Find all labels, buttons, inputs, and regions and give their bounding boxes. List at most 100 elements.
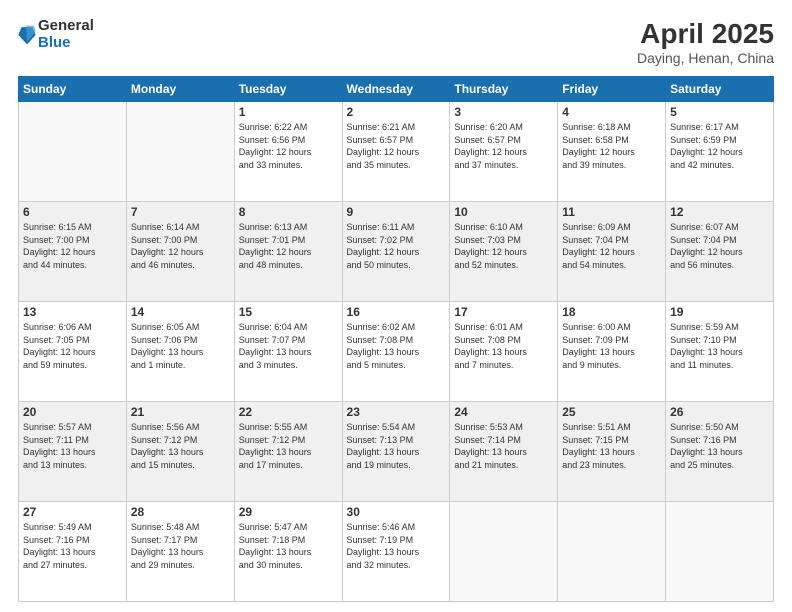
calendar-cell: 13 Sunrise: 6:06 AM Sunset: 7:05 PM Dayli… xyxy=(19,302,127,402)
weekday-header-row: SundayMondayTuesdayWednesdayThursdayFrid… xyxy=(19,77,774,102)
calendar-cell: 6Sunrise: 6:15 AM Sunset: 7:00 PM Daylig… xyxy=(19,202,127,302)
calendar-cell: 14 Sunrise: 6:05 AM Sunset: 7:06 PM Dayli… xyxy=(126,302,234,402)
weekday-header: Sunday xyxy=(19,77,127,102)
calendar-cell: 7 Sunrise: 6:14 AM Sunset: 7:00 PM Daylig… xyxy=(126,202,234,302)
calendar-cell: 28 Sunrise: 5:48 AM Sunset: 7:17 PM Dayli… xyxy=(126,502,234,602)
calendar-cell: 21 Sunrise: 5:56 AM Sunset: 7:12 PM Dayli… xyxy=(126,402,234,502)
calendar-cell: 9 Sunrise: 6:11 AM Sunset: 7:02 PM Daylig… xyxy=(342,202,450,302)
calendar-cell: 17 Sunrise: 6:01 AM Sunset: 7:08 PM Dayli… xyxy=(450,302,558,402)
calendar-cell: 3 Sunrise: 6:20 AM Sunset: 6:57 PM Daylig… xyxy=(450,102,558,202)
day-info: Sunrise: 6:20 AM Sunset: 6:57 PM Dayligh… xyxy=(454,121,553,171)
calendar-cell: 25 Sunrise: 5:51 AM Sunset: 7:15 PM Dayli… xyxy=(558,402,666,502)
day-info: Sunrise: 5:55 AM Sunset: 7:12 PM Dayligh… xyxy=(239,421,338,471)
logo-blue: Blue xyxy=(38,35,94,52)
calendar: SundayMondayTuesdayWednesdayThursdayFrid… xyxy=(18,76,774,602)
day-info: Sunrise: 6:17 AM Sunset: 6:59 PM Dayligh… xyxy=(670,121,769,171)
day-info: Sunrise: 6:05 AM Sunset: 7:06 PM Dayligh… xyxy=(131,321,230,371)
calendar-cell: 19 Sunrise: 5:59 AM Sunset: 7:10 PM Dayli… xyxy=(666,302,774,402)
weekday-header: Tuesday xyxy=(234,77,342,102)
calendar-cell: 4 Sunrise: 6:18 AM Sunset: 6:58 PM Daylig… xyxy=(558,102,666,202)
day-info: Sunrise: 6:18 AM Sunset: 6:58 PM Dayligh… xyxy=(562,121,661,171)
day-info: Sunrise: 6:07 AM Sunset: 7:04 PM Dayligh… xyxy=(670,221,769,271)
weekday-header: Thursday xyxy=(450,77,558,102)
day-number: 4 xyxy=(562,105,661,119)
day-number: 2 xyxy=(347,105,446,119)
calendar-week-row: 6Sunrise: 6:15 AM Sunset: 7:00 PM Daylig… xyxy=(19,202,774,302)
day-info: Sunrise: 5:48 AM Sunset: 7:17 PM Dayligh… xyxy=(131,521,230,571)
day-number: 14 xyxy=(131,305,230,319)
calendar-cell: 5 Sunrise: 6:17 AM Sunset: 6:59 PM Daylig… xyxy=(666,102,774,202)
calendar-cell: 18 Sunrise: 6:00 AM Sunset: 7:09 PM Dayli… xyxy=(558,302,666,402)
day-info: Sunrise: 6:09 AM Sunset: 7:04 PM Dayligh… xyxy=(562,221,661,271)
day-number: 25 xyxy=(562,405,661,419)
calendar-cell: 10Sunrise: 6:10 AM Sunset: 7:03 PM Dayli… xyxy=(450,202,558,302)
day-info: Sunrise: 6:15 AM Sunset: 7:00 PM Dayligh… xyxy=(23,221,122,271)
header: General Blue April 2025 Daying, Henan, C… xyxy=(18,18,774,66)
day-info: Sunrise: 5:50 AM Sunset: 7:16 PM Dayligh… xyxy=(670,421,769,471)
day-number: 8 xyxy=(239,205,338,219)
calendar-cell: 29Sunrise: 5:47 AM Sunset: 7:18 PM Dayli… xyxy=(234,502,342,602)
day-number: 21 xyxy=(131,405,230,419)
day-info: Sunrise: 5:59 AM Sunset: 7:10 PM Dayligh… xyxy=(670,321,769,371)
calendar-cell: 16 Sunrise: 6:02 AM Sunset: 7:08 PM Dayli… xyxy=(342,302,450,402)
calendar-cell xyxy=(666,502,774,602)
day-number: 5 xyxy=(670,105,769,119)
day-info: Sunrise: 6:22 AM Sunset: 6:56 PM Dayligh… xyxy=(239,121,338,171)
calendar-cell xyxy=(558,502,666,602)
day-number: 23 xyxy=(347,405,446,419)
day-number: 19 xyxy=(670,305,769,319)
day-number: 30 xyxy=(347,505,446,519)
weekday-header: Friday xyxy=(558,77,666,102)
calendar-cell: 1 Sunrise: 6:22 AM Sunset: 6:56 PM Daylig… xyxy=(234,102,342,202)
weekday-header: Wednesday xyxy=(342,77,450,102)
calendar-cell: 12 Sunrise: 6:07 AM Sunset: 7:04 PM Dayli… xyxy=(666,202,774,302)
day-info: Sunrise: 5:49 AM Sunset: 7:16 PM Dayligh… xyxy=(23,521,122,571)
calendar-cell: 15Sunrise: 6:04 AM Sunset: 7:07 PM Dayli… xyxy=(234,302,342,402)
logo: General Blue xyxy=(18,18,94,51)
calendar-cell: 24Sunrise: 5:53 AM Sunset: 7:14 PM Dayli… xyxy=(450,402,558,502)
day-number: 17 xyxy=(454,305,553,319)
day-info: Sunrise: 6:06 AM Sunset: 7:05 PM Dayligh… xyxy=(23,321,122,371)
calendar-cell: 27 Sunrise: 5:49 AM Sunset: 7:16 PM Dayli… xyxy=(19,502,127,602)
day-number: 12 xyxy=(670,205,769,219)
day-info: Sunrise: 6:04 AM Sunset: 7:07 PM Dayligh… xyxy=(239,321,338,371)
calendar-cell: 30 Sunrise: 5:46 AM Sunset: 7:19 PM Dayli… xyxy=(342,502,450,602)
weekday-header: Saturday xyxy=(666,77,774,102)
day-number: 27 xyxy=(23,505,122,519)
day-number: 18 xyxy=(562,305,661,319)
calendar-cell: 2Sunrise: 6:21 AM Sunset: 6:57 PM Daylig… xyxy=(342,102,450,202)
day-number: 16 xyxy=(347,305,446,319)
calendar-cell: 23Sunrise: 5:54 AM Sunset: 7:13 PM Dayli… xyxy=(342,402,450,502)
day-info: Sunrise: 6:00 AM Sunset: 7:09 PM Dayligh… xyxy=(562,321,661,371)
day-number: 1 xyxy=(239,105,338,119)
calendar-week-row: 27 Sunrise: 5:49 AM Sunset: 7:16 PM Dayli… xyxy=(19,502,774,602)
day-number: 13 xyxy=(23,305,122,319)
calendar-cell xyxy=(126,102,234,202)
subtitle: Daying, Henan, China xyxy=(637,50,774,66)
day-info: Sunrise: 6:11 AM Sunset: 7:02 PM Dayligh… xyxy=(347,221,446,271)
day-info: Sunrise: 6:13 AM Sunset: 7:01 PM Dayligh… xyxy=(239,221,338,271)
calendar-cell: 8 Sunrise: 6:13 AM Sunset: 7:01 PM Daylig… xyxy=(234,202,342,302)
day-number: 9 xyxy=(347,205,446,219)
logo-text: General Blue xyxy=(38,18,94,51)
day-number: 28 xyxy=(131,505,230,519)
day-info: Sunrise: 6:02 AM Sunset: 7:08 PM Dayligh… xyxy=(347,321,446,371)
page: General Blue April 2025 Daying, Henan, C… xyxy=(0,0,792,612)
calendar-week-row: 13 Sunrise: 6:06 AM Sunset: 7:05 PM Dayli… xyxy=(19,302,774,402)
calendar-cell xyxy=(19,102,127,202)
day-number: 7 xyxy=(131,205,230,219)
title-block: April 2025 Daying, Henan, China xyxy=(637,18,774,66)
day-info: Sunrise: 6:01 AM Sunset: 7:08 PM Dayligh… xyxy=(454,321,553,371)
day-info: Sunrise: 5:51 AM Sunset: 7:15 PM Dayligh… xyxy=(562,421,661,471)
calendar-cell xyxy=(450,502,558,602)
day-number: 22 xyxy=(239,405,338,419)
day-info: Sunrise: 6:14 AM Sunset: 7:00 PM Dayligh… xyxy=(131,221,230,271)
day-info: Sunrise: 5:56 AM Sunset: 7:12 PM Dayligh… xyxy=(131,421,230,471)
calendar-week-row: 1 Sunrise: 6:22 AM Sunset: 6:56 PM Daylig… xyxy=(19,102,774,202)
day-number: 29 xyxy=(239,505,338,519)
day-info: Sunrise: 5:57 AM Sunset: 7:11 PM Dayligh… xyxy=(23,421,122,471)
logo-icon xyxy=(18,24,36,46)
weekday-header: Monday xyxy=(126,77,234,102)
day-info: Sunrise: 5:46 AM Sunset: 7:19 PM Dayligh… xyxy=(347,521,446,571)
day-number: 3 xyxy=(454,105,553,119)
